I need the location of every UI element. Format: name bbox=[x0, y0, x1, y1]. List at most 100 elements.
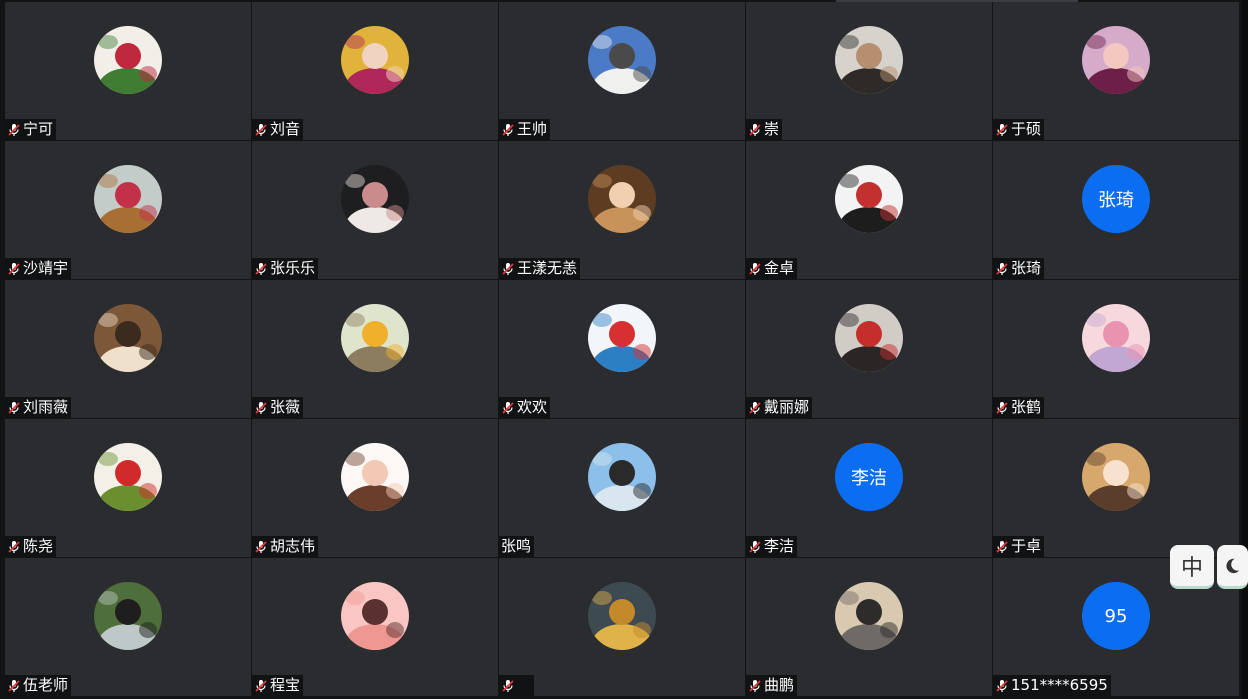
participant-label: 王漾无恙 bbox=[499, 258, 581, 279]
mic-muted-icon bbox=[749, 262, 761, 275]
mic-muted-icon bbox=[749, 123, 761, 136]
participant-tile[interactable]: 胡志伟 bbox=[252, 419, 498, 557]
beach-photo bbox=[588, 443, 656, 511]
participant-tile[interactable]: 张薇 bbox=[252, 280, 498, 418]
participant-tile[interactable]: 沙靖宇 bbox=[5, 141, 251, 279]
participant-label: 于卓 bbox=[993, 536, 1045, 557]
participant-label: 于硕 bbox=[993, 119, 1045, 140]
participant-tile[interactable]: 于卓 bbox=[993, 419, 1239, 557]
person-photo bbox=[94, 165, 162, 233]
participant-name: 李洁 bbox=[764, 537, 795, 555]
mic-muted-icon bbox=[996, 123, 1008, 136]
mic-muted-icon bbox=[502, 262, 514, 275]
participant-tile[interactable]: 李洁 李洁 bbox=[746, 419, 992, 557]
bunny-photo bbox=[1082, 304, 1150, 372]
participant-label: 崇 bbox=[746, 119, 783, 140]
participant-label: 陈尧 bbox=[5, 536, 57, 557]
participant-label: 李洁 bbox=[746, 536, 798, 557]
participant-label: 张薇 bbox=[252, 397, 304, 418]
participant-name: 伍老师 bbox=[23, 676, 69, 694]
participant-label: 伍老师 bbox=[5, 675, 72, 696]
mic-muted-icon bbox=[502, 123, 514, 136]
avatar-text: 95 bbox=[1082, 582, 1150, 650]
landscape-photo bbox=[835, 582, 903, 650]
cartoon-photo bbox=[341, 582, 409, 650]
participant-tile[interactable]: 宁可 bbox=[5, 2, 251, 140]
participant-tile[interactable] bbox=[499, 558, 745, 696]
participant-tile[interactable]: 崇 bbox=[746, 2, 992, 140]
participant-label: 沙靖宇 bbox=[5, 258, 72, 279]
mic-muted-icon bbox=[255, 540, 267, 553]
participant-name: 张薇 bbox=[270, 398, 301, 416]
participant-tile[interactable]: 张鹤 bbox=[993, 280, 1239, 418]
mic-muted-icon bbox=[502, 401, 514, 414]
person-photo bbox=[341, 26, 409, 94]
participant-name: 王帅 bbox=[517, 120, 548, 138]
language-label: 中 bbox=[1180, 555, 1203, 581]
avatar-text: 李洁 bbox=[835, 443, 903, 511]
participant-tile[interactable]: 于硕 bbox=[993, 2, 1239, 140]
cat-photo bbox=[341, 165, 409, 233]
participant-label: 151****6595 bbox=[993, 675, 1111, 696]
participant-tile[interactable]: 程宝 bbox=[252, 558, 498, 696]
participant-tile[interactable]: 张乐乐 bbox=[252, 141, 498, 279]
participant-label: 张琦 bbox=[993, 258, 1045, 279]
mic-muted-icon bbox=[749, 540, 761, 553]
participant-tile[interactable]: 刘雨薇 bbox=[5, 280, 251, 418]
participant-name: 曲鹏 bbox=[764, 676, 795, 694]
participant-name: 151****6595 bbox=[1011, 676, 1108, 694]
participant-label: 张乐乐 bbox=[252, 258, 319, 279]
participant-tile[interactable]: 伍老师 bbox=[5, 558, 251, 696]
mic-muted-icon bbox=[255, 401, 267, 414]
participant-tile[interactable]: 张鸣 bbox=[499, 419, 745, 557]
participant-tile[interactable]: 王漾无恙 bbox=[499, 141, 745, 279]
participant-name: 刘雨薇 bbox=[23, 398, 69, 416]
participant-label: 王帅 bbox=[499, 119, 551, 140]
participant-tile[interactable]: 戴丽娜 bbox=[746, 280, 992, 418]
hedgehog-photo bbox=[341, 304, 409, 372]
mic-muted-icon bbox=[8, 123, 20, 136]
language-toggle-button[interactable]: 中 bbox=[1170, 545, 1214, 589]
participant-tile[interactable]: 陈尧 bbox=[5, 419, 251, 557]
mic-muted-icon bbox=[996, 262, 1008, 275]
cartoon-photo bbox=[341, 443, 409, 511]
participant-name: 张鹤 bbox=[1011, 398, 1042, 416]
participant-name: 于卓 bbox=[1011, 537, 1042, 555]
participant-tile[interactable]: 刘音 bbox=[252, 2, 498, 140]
person-photo bbox=[94, 582, 162, 650]
moon-icon bbox=[1226, 558, 1240, 573]
mic-muted-icon bbox=[996, 401, 1008, 414]
participant-name: 戴丽娜 bbox=[764, 398, 810, 416]
participant-name: 于硕 bbox=[1011, 120, 1042, 138]
mic-muted-icon bbox=[8, 262, 20, 275]
participant-label: 刘雨薇 bbox=[5, 397, 72, 418]
participant-tile[interactable]: 金卓 bbox=[746, 141, 992, 279]
cartoon-photo bbox=[94, 443, 162, 511]
participant-name: 宁可 bbox=[23, 120, 54, 138]
participant-name: 胡志伟 bbox=[270, 537, 316, 555]
participant-name: 王漾无恙 bbox=[517, 259, 578, 277]
participant-label bbox=[499, 675, 534, 696]
cartoon-photo bbox=[588, 304, 656, 372]
person-photo bbox=[94, 304, 162, 372]
mic-muted-icon bbox=[749, 401, 761, 414]
participant-name: 刘音 bbox=[270, 120, 301, 138]
mic-muted-icon bbox=[255, 262, 267, 275]
participant-tile[interactable]: 王帅 bbox=[499, 2, 745, 140]
participant-name: 陈尧 bbox=[23, 537, 54, 555]
theme-toggle-button[interactable] bbox=[1217, 545, 1248, 589]
flowers-photo bbox=[94, 26, 162, 94]
person-photo bbox=[835, 26, 903, 94]
participant-tile[interactable]: 曲鹏 bbox=[746, 558, 992, 696]
participant-name: 金卓 bbox=[764, 259, 795, 277]
person-photo bbox=[588, 165, 656, 233]
participant-label: 金卓 bbox=[746, 258, 798, 279]
participant-label: 戴丽娜 bbox=[746, 397, 813, 418]
participant-tile[interactable]: 张琦 张琦 bbox=[993, 141, 1239, 279]
mic-muted-icon bbox=[996, 679, 1008, 692]
sketch-photo bbox=[835, 165, 903, 233]
participant-name: 张琦 bbox=[1011, 259, 1042, 277]
participant-tile[interactable]: 欢欢 bbox=[499, 280, 745, 418]
avatar-text: 张琦 bbox=[1082, 165, 1150, 233]
mic-muted-icon bbox=[8, 401, 20, 414]
